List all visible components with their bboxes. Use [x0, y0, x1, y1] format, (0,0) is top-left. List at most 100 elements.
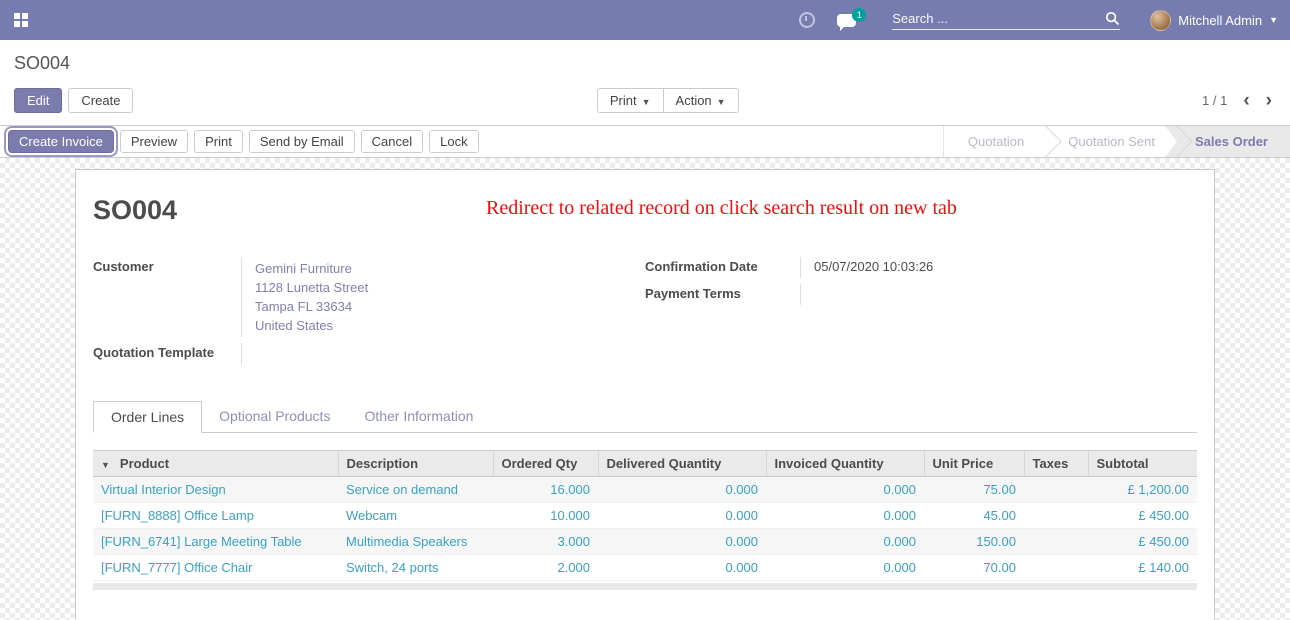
activities-clock-icon[interactable]	[799, 12, 815, 28]
col-header-unit-price[interactable]: Unit Price	[924, 451, 1024, 477]
col-header-invoiced-quantity[interactable]: Invoiced Quantity	[766, 451, 924, 477]
order-line-row[interactable]: [FURN_6741] Large Meeting Table Multimed…	[93, 529, 1197, 555]
tab-other-information[interactable]: Other Information	[347, 401, 490, 433]
control-panel: SO004 Edit Create Print▼ Action▼ 1 / 1 ‹…	[0, 40, 1290, 125]
quotation-template-value[interactable]	[241, 343, 645, 364]
chevron-down-icon: ▼	[642, 97, 651, 107]
quotation-template-label: Quotation Template	[93, 343, 241, 364]
chevron-down-icon: ▼	[717, 97, 726, 107]
preview-button[interactable]: Preview	[120, 130, 188, 153]
tab-order-lines[interactable]: Order Lines	[93, 401, 202, 433]
cell-ordered-qty: 2.000	[493, 555, 598, 581]
red-annotation-text: Redirect to related record on click sear…	[486, 197, 957, 220]
cell-product: Virtual Interior Design	[93, 477, 338, 503]
form-sheet: SO004 Redirect to related record on clic…	[75, 169, 1215, 620]
customer-value[interactable]: Gemini Furniture 1128 Lunetta Street Tam…	[241, 257, 645, 337]
step-quotation[interactable]: Quotation	[946, 126, 1046, 157]
cell-product: [FURN_8888] Office Lamp	[93, 503, 338, 529]
order-line-row[interactable]: [FURN_7777] Office Chair Switch, 24 port…	[93, 555, 1197, 581]
chevron-down-icon: ▼	[1269, 15, 1278, 25]
action-dropdown-button[interactable]: Action ▼	[663, 88, 739, 113]
table-footer-strip	[93, 583, 1197, 590]
cell-description: Multimedia Speakers	[338, 529, 493, 555]
cell-ordered-qty: 10.000	[493, 503, 598, 529]
cell-delivered-qty: 0.000	[598, 477, 766, 503]
cell-delivered-qty: 0.000	[598, 503, 766, 529]
pager-previous-icon[interactable]: ‹	[1243, 91, 1249, 110]
search-icon[interactable]	[1105, 11, 1120, 26]
cell-subtotal: £ 450.00	[1088, 529, 1197, 555]
form-view-background: SO004 Redirect to related record on clic…	[0, 158, 1290, 620]
print-dropdown-button[interactable]: Print ▼	[597, 88, 664, 113]
cell-taxes	[1024, 529, 1088, 555]
customer-street: 1128 Lunetta Street	[255, 278, 645, 297]
search-input[interactable]	[892, 11, 1105, 26]
avatar	[1150, 10, 1171, 31]
status-bar: Create Invoice Preview Print Send by Ema…	[0, 125, 1290, 158]
print-label: Print	[610, 93, 637, 108]
create-button[interactable]: Create	[68, 88, 133, 113]
col-header-delivered-quantity[interactable]: Delivered Quantity	[598, 451, 766, 477]
message-count-badge: 1	[852, 8, 866, 22]
cell-invoiced-qty: 0.000	[766, 477, 924, 503]
cell-product: [FURN_6741] Large Meeting Table	[93, 529, 338, 555]
cancel-button[interactable]: Cancel	[361, 130, 423, 153]
pager-next-icon[interactable]: ›	[1266, 91, 1272, 110]
tab-optional-products[interactable]: Optional Products	[202, 401, 347, 433]
cell-description: Switch, 24 ports	[338, 555, 493, 581]
notebook-tabs: Order Lines Optional Products Other Info…	[93, 400, 1197, 433]
create-invoice-button[interactable]: Create Invoice	[8, 130, 114, 153]
cell-subtotal: £ 450.00	[1088, 503, 1197, 529]
confirmation-date-field: Confirmation Date 05/07/2020 10:03:26	[645, 257, 1197, 278]
cell-taxes	[1024, 477, 1088, 503]
customer-name[interactable]: Gemini Furniture	[255, 259, 645, 278]
lock-button[interactable]: Lock	[429, 130, 478, 153]
cell-unit-price: 75.00	[924, 477, 1024, 503]
col-header-taxes[interactable]: Taxes	[1024, 451, 1088, 477]
print-button[interactable]: Print	[194, 130, 243, 153]
apps-menu-icon[interactable]	[14, 13, 29, 28]
customer-label: Customer	[93, 257, 241, 337]
cell-delivered-qty: 0.000	[598, 555, 766, 581]
cell-invoiced-qty: 0.000	[766, 529, 924, 555]
top-navbar: 1 Mitchell Admin ▼	[0, 0, 1290, 40]
send-by-email-button[interactable]: Send by Email	[249, 130, 355, 153]
step-quotation-sent[interactable]: Quotation Sent	[1046, 126, 1177, 157]
list-options-caret-icon[interactable]: ▼	[101, 460, 110, 470]
cell-subtotal: £ 140.00	[1088, 555, 1197, 581]
cell-delivered-qty: 0.000	[598, 529, 766, 555]
col-header-subtotal[interactable]: Subtotal	[1088, 451, 1197, 477]
col-header-description[interactable]: Description	[338, 451, 493, 477]
table-header-row: ▼ Product Description Ordered Qty Deliver…	[93, 451, 1197, 477]
cell-unit-price: 70.00	[924, 555, 1024, 581]
cell-ordered-qty: 3.000	[493, 529, 598, 555]
cell-subtotal: £ 1,200.00	[1088, 477, 1197, 503]
edit-button[interactable]: Edit	[14, 88, 62, 113]
cell-taxes	[1024, 503, 1088, 529]
action-label: Action	[676, 93, 712, 108]
confirmation-date-value: 05/07/2020 10:03:26	[800, 257, 1197, 278]
col-header-ordered-qty[interactable]: Ordered Qty	[493, 451, 598, 477]
user-name: Mitchell Admin	[1178, 13, 1262, 28]
cell-unit-price: 150.00	[924, 529, 1024, 555]
col-header-product[interactable]: ▼ Product	[93, 451, 338, 477]
customer-field: Customer Gemini Furniture 1128 Lunetta S…	[93, 257, 645, 337]
cell-invoiced-qty: 0.000	[766, 555, 924, 581]
global-search	[892, 11, 1120, 30]
cell-taxes	[1024, 555, 1088, 581]
col-header-product-label: Product	[120, 456, 169, 471]
order-lines-table: ▼ Product Description Ordered Qty Deliver…	[93, 450, 1197, 581]
order-line-row[interactable]: Virtual Interior Design Service on deman…	[93, 477, 1197, 503]
pager-value[interactable]: 1 / 1	[1202, 93, 1227, 108]
user-menu[interactable]: Mitchell Admin ▼	[1150, 10, 1278, 31]
customer-city: Tampa FL 33634	[255, 297, 645, 316]
confirmation-date-label: Confirmation Date	[645, 257, 800, 278]
cell-description: Webcam	[338, 503, 493, 529]
cell-unit-price: 45.00	[924, 503, 1024, 529]
payment-terms-value[interactable]	[800, 284, 1197, 305]
cell-ordered-qty: 16.000	[493, 477, 598, 503]
order-line-row[interactable]: [FURN_8888] Office Lamp Webcam 10.000 0.…	[93, 503, 1197, 529]
messages-menu[interactable]: 1	[837, 14, 856, 27]
quotation-template-field: Quotation Template	[93, 343, 645, 364]
cell-product: [FURN_7777] Office Chair	[93, 555, 338, 581]
